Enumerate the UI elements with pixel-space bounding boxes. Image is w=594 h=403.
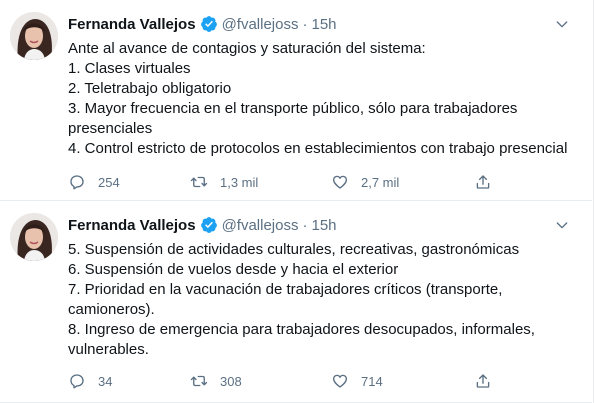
like-count: 2,7 mil <box>361 174 400 190</box>
tweet-text-line: Ante al avance de contagios y saturación… <box>68 40 426 57</box>
avatar[interactable] <box>10 12 58 60</box>
like-button[interactable]: 714 <box>331 371 383 391</box>
share-button[interactable] <box>474 172 492 192</box>
tweet-header: Fernanda Vallejos @fvallejoss · 15h <box>68 214 337 236</box>
retweet-count: 1,3 mil <box>220 174 259 190</box>
retweet-icon <box>190 375 208 387</box>
tweet-actions: 254 1,3 mil 2,7 mil <box>68 172 578 192</box>
tweet-text-line: 1. Clases virtuales <box>68 60 191 77</box>
tweet-text-line: 8. Ingreso de emergencia para trabajador… <box>68 321 535 338</box>
share-icon <box>476 175 490 189</box>
chevron-down-icon[interactable] <box>554 16 570 32</box>
tweet-timestamp[interactable]: 15h <box>311 16 336 33</box>
tweet-text-line: 2. Teletrabajo obligatorio <box>68 80 232 97</box>
tweet-text: 5. Suspensión de actividades culturales,… <box>68 240 578 360</box>
reply-button[interactable]: 254 <box>68 172 120 192</box>
tweet-text-line: vulnerables. <box>68 341 149 358</box>
chevron-down-icon[interactable] <box>554 217 570 233</box>
heart-icon <box>332 175 348 189</box>
avatar-image <box>10 213 58 261</box>
retweet-icon <box>190 176 208 188</box>
tweet-text-line: presenciales <box>68 120 153 137</box>
share-button[interactable] <box>474 371 492 391</box>
reply-icon <box>70 374 84 389</box>
like-button[interactable]: 2,7 mil <box>331 172 399 192</box>
retweet-button[interactable]: 308 <box>190 371 242 391</box>
heart-icon <box>332 374 348 388</box>
retweet-count: 308 <box>220 373 242 389</box>
tweet-actions: 34 308 714 <box>68 371 578 391</box>
reply-count: 34 <box>98 373 113 389</box>
tweet-text-line: 5. Suspensión de actividades culturales,… <box>68 241 520 258</box>
author-handle[interactable]: @fvallejoss <box>222 16 299 33</box>
separator-dot: · <box>302 216 308 234</box>
reply-button[interactable]: 34 <box>68 371 112 391</box>
tweet-timestamp[interactable]: 15h <box>311 217 336 234</box>
share-icon <box>476 374 490 388</box>
tweet[interactable]: Fernanda Vallejos @fvallejoss · 15h 5. S… <box>0 201 592 403</box>
reply-icon <box>70 175 84 190</box>
timeline: Fernanda Vallejos @fvallejoss · 15h Ante… <box>0 0 594 403</box>
tweet-text-line: 6. Suspensión de vuelos desde y hacia el… <box>68 261 399 278</box>
like-count: 714 <box>361 373 383 389</box>
tweet-header: Fernanda Vallejos @fvallejoss · 15h <box>68 13 337 35</box>
author-handle[interactable]: @fvallejoss <box>222 217 299 234</box>
separator-dot: · <box>302 15 308 33</box>
reply-count: 254 <box>98 174 120 190</box>
avatar-image <box>10 12 58 60</box>
avatar[interactable] <box>10 213 58 261</box>
retweet-button[interactable]: 1,3 mil <box>190 172 258 192</box>
tweet-text: Ante al avance de contagios y saturación… <box>68 39 578 159</box>
tweet-text-line: camioneros). <box>68 301 155 318</box>
author-name[interactable]: Fernanda Vallejos <box>68 16 196 33</box>
author-name[interactable]: Fernanda Vallejos <box>68 217 196 234</box>
verified-badge-icon <box>200 217 217 233</box>
verified-badge-icon <box>200 16 217 32</box>
tweet-text-line: 3. Mayor frecuencia en el transporte púb… <box>68 100 518 117</box>
tweet[interactable]: Fernanda Vallejos @fvallejoss · 15h Ante… <box>0 0 592 201</box>
tweet-text-line: 7. Prioridad en la vacunación de trabaja… <box>68 281 503 298</box>
tweet-text-line: 4. Control estricto de protocolos en est… <box>68 140 568 157</box>
